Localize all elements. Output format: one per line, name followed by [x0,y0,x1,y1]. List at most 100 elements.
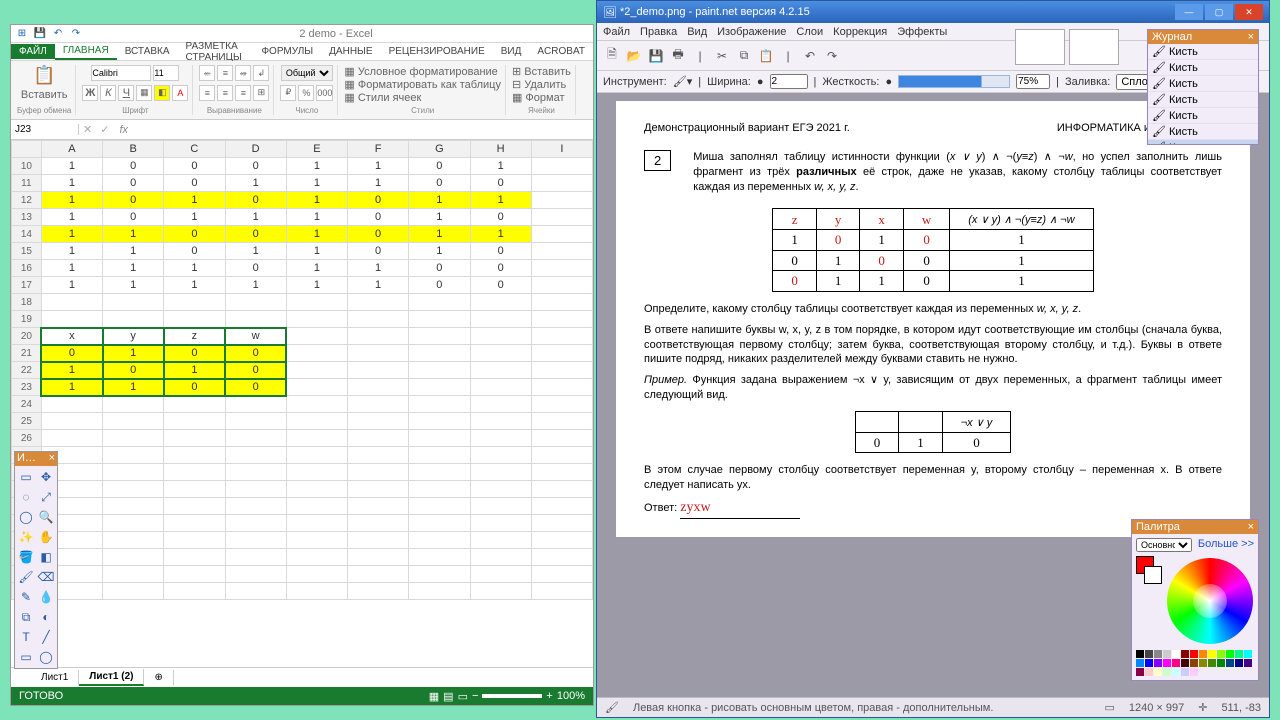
format-cells-button[interactable]: ▦ Формат [512,91,571,104]
cell[interactable]: 0 [225,379,286,396]
cell[interactable]: 0 [409,158,470,175]
swatch[interactable] [1136,668,1144,676]
new-icon[interactable]: 🗎 [603,47,621,65]
cell[interactable]: 1 [286,158,347,175]
swatch[interactable] [1235,650,1243,658]
border-button[interactable]: ▦ [136,85,152,101]
brush-icon[interactable]: 🖌 [17,568,35,586]
cell[interactable]: 0 [103,192,164,209]
cell[interactable]: z [164,328,225,345]
swatch[interactable] [1145,659,1153,667]
sheet-tab-active[interactable]: Лист1 (2) [79,669,144,686]
swatch[interactable] [1172,659,1180,667]
cell[interactable] [348,345,409,362]
cell[interactable]: 0 [164,226,225,243]
cell[interactable]: 1 [41,243,102,260]
swatch[interactable] [1136,650,1144,658]
history-item[interactable]: 🖌 Кисть [1148,140,1258,144]
swatch[interactable] [1208,650,1216,658]
col-header[interactable]: I [531,141,592,158]
swatch[interactable] [1163,650,1171,658]
hardness-input[interactable] [1016,74,1050,89]
cut-icon[interactable]: ✂ [713,47,731,65]
cell[interactable] [470,311,531,328]
cell[interactable] [103,311,164,328]
fx-cancel-icon[interactable]: ✕ [79,123,96,136]
cell[interactable]: 1 [286,243,347,260]
add-sheet-icon[interactable]: ⊕ [144,670,173,685]
cell[interactable]: 0 [409,277,470,294]
wrap-icon[interactable]: ↲ [253,65,269,81]
cell[interactable]: 0 [225,362,286,379]
history-item[interactable]: 🖌 Кисть [1148,76,1258,92]
fx-icon[interactable]: fx [113,124,134,136]
name-box[interactable]: J23 [11,124,79,135]
cell[interactable]: 1 [103,226,164,243]
swatch[interactable] [1163,668,1171,676]
pencil-icon[interactable]: ✎ [17,588,35,606]
cell[interactable]: 1 [164,192,225,209]
number-format-select[interactable]: Общий [281,65,333,81]
insert-cells-button[interactable]: ⊞ Вставить [512,65,571,78]
open-icon[interactable]: 📂 [625,47,643,65]
swatch[interactable] [1244,650,1252,658]
cell[interactable]: 1 [103,379,164,396]
cell[interactable] [531,379,592,396]
zoom-icon[interactable]: 🔍 [37,508,55,526]
cell[interactable]: w [225,328,286,345]
swatch[interactable] [1226,659,1234,667]
menu-item[interactable]: Изображение [717,26,786,38]
redo-icon[interactable]: ↷ [69,27,83,41]
swatch[interactable] [1226,650,1234,658]
clone-icon[interactable]: ⧉ [17,608,35,626]
cell[interactable] [286,362,347,379]
cell-styles-button[interactable]: ▦ Стили ячеек [344,91,501,104]
picker-icon[interactable]: 💧 [37,588,55,606]
cell[interactable] [286,345,347,362]
swatch[interactable] [1217,650,1225,658]
cell[interactable] [225,311,286,328]
cell[interactable] [531,226,592,243]
undo-icon[interactable]: ↶ [51,27,65,41]
cell[interactable]: 1 [470,158,531,175]
cell[interactable] [348,328,409,345]
cell[interactable] [41,311,102,328]
ribbon-tab[interactable]: ГЛАВНАЯ [55,43,117,60]
cell[interactable] [531,209,592,226]
recolor-icon[interactable]: ◐ [37,608,55,626]
swatch[interactable] [1181,668,1189,676]
paste-icon[interactable]: 📋 [33,65,55,86]
swatch[interactable] [1235,659,1243,667]
row-header[interactable]: 10 [12,158,42,175]
cell[interactable]: 0 [103,209,164,226]
cell[interactable]: 1 [409,226,470,243]
cell[interactable]: 1 [286,277,347,294]
cell[interactable]: 0 [164,345,225,362]
cell[interactable]: 1 [103,277,164,294]
cell[interactable]: 1 [41,209,102,226]
cond-format-button[interactable]: ▦ Условное форматирование [344,65,501,78]
cell[interactable]: 0 [470,209,531,226]
cell[interactable] [164,311,225,328]
row-header[interactable]: 11 [12,175,42,192]
cell[interactable]: 0 [225,226,286,243]
menu-item[interactable]: Правка [640,26,677,38]
cell[interactable]: 0 [409,260,470,277]
underline-button[interactable]: Ч [118,85,134,101]
bold-button[interactable]: Ж [82,85,98,101]
cell[interactable]: 1 [348,277,409,294]
swatch[interactable] [1181,650,1189,658]
cell[interactable]: 1 [103,243,164,260]
align-left-icon[interactable]: ≡ [199,85,215,101]
swatch[interactable] [1172,650,1180,658]
col-header[interactable]: A [41,141,102,158]
redo-icon[interactable]: ↷ [823,47,841,65]
font-color-button[interactable]: A [172,85,188,101]
cell[interactable]: 1 [41,175,102,192]
cell[interactable] [531,311,592,328]
cell[interactable]: 1 [225,277,286,294]
color-wheel[interactable] [1167,558,1253,644]
line-icon[interactable]: ╱ [37,628,55,646]
menu-item[interactable]: Коррекция [833,26,887,38]
pdn-toolbox[interactable]: И…× ▭✥ ◌⤢ ◯🔍 ✨✋ 🪣◧ 🖌⌫ ✎💧 ⧉◐ T╱ ▭◯ [14,451,58,669]
